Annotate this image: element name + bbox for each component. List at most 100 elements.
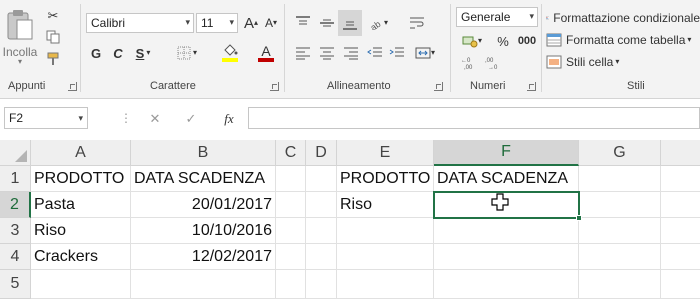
cell-c1[interactable]	[276, 166, 306, 192]
row-header-3[interactable]: 3	[0, 218, 31, 244]
cell-f4[interactable]	[434, 244, 579, 270]
format-as-table-button[interactable]: Formatta come tabella ▾	[546, 30, 700, 50]
row-header-1[interactable]: 1	[0, 166, 31, 192]
cell-b3[interactable]: 10/10/2016	[131, 218, 276, 244]
cell-b5[interactable]	[131, 270, 276, 299]
cell-d2[interactable]	[306, 192, 337, 218]
row-header-4[interactable]: 4	[0, 244, 31, 270]
cell-f3[interactable]	[434, 218, 579, 244]
copy-button[interactable]	[44, 28, 62, 46]
insert-function-button[interactable]: fx	[218, 109, 240, 127]
cell-h3[interactable]	[661, 218, 700, 244]
format-painter-button[interactable]	[44, 50, 62, 68]
italic-button[interactable]: C	[110, 44, 126, 62]
cell-h1[interactable]	[661, 166, 700, 192]
cell-g5[interactable]	[579, 270, 661, 299]
align-left-button[interactable]	[292, 42, 314, 64]
svg-text:,00: ,00	[485, 58, 494, 64]
column-header-g[interactable]: G	[579, 140, 661, 166]
column-header-next[interactable]	[661, 140, 700, 166]
column-header-e[interactable]: E	[337, 140, 434, 166]
conditional-formatting-button[interactable]: Formattazione condizionale	[546, 8, 700, 28]
cell-d3[interactable]	[306, 218, 337, 244]
cell-b1[interactable]: DATA SCADENZA	[131, 166, 276, 192]
merge-center-button[interactable]: ▾	[410, 42, 440, 64]
cell-c3[interactable]	[276, 218, 306, 244]
cut-button[interactable]: ✂	[44, 6, 62, 24]
cell-f1[interactable]: DATA SCADENZA	[434, 166, 579, 192]
cell-h4[interactable]	[661, 244, 700, 270]
cell-e1[interactable]: PRODOTTO	[337, 166, 434, 192]
fill-color-button[interactable]	[216, 42, 244, 64]
decrease-decimal-button[interactable]: ,00 →0	[482, 54, 504, 72]
increase-indent-button[interactable]	[386, 42, 408, 64]
cell-h5[interactable]	[661, 270, 700, 299]
cell-h2[interactable]	[661, 192, 700, 218]
formula-input[interactable]	[248, 107, 700, 129]
cell-styles-button[interactable]: Stili cella ▾	[546, 52, 646, 72]
underline-button[interactable]: S ▾	[130, 44, 156, 62]
cell-a3[interactable]: Riso	[31, 218, 131, 244]
grow-font-button[interactable]: A ▴	[242, 14, 260, 32]
align-right-button[interactable]	[340, 42, 362, 64]
align-center-button[interactable]	[316, 42, 338, 64]
orientation-button[interactable]: ab ▾	[364, 12, 392, 34]
cell-d1[interactable]	[306, 166, 337, 192]
paste-button[interactable]: Incolla ▾	[0, 4, 40, 70]
decrease-indent-button[interactable]	[364, 42, 386, 64]
cell-a1[interactable]: PRODOTTO	[31, 166, 131, 192]
cell-b2[interactable]: 20/01/2017	[131, 192, 276, 218]
cell-e2[interactable]: Riso	[337, 192, 434, 218]
number-format-combo[interactable]: Generale ▾	[456, 7, 538, 27]
cell-g3[interactable]	[579, 218, 661, 244]
cell-styles-icon	[546, 55, 562, 69]
increase-decimal-button[interactable]: ←0,00	[458, 54, 480, 72]
cell-g2[interactable]	[579, 192, 661, 218]
select-all-corner[interactable]	[0, 140, 31, 166]
cell-f5[interactable]	[434, 270, 579, 299]
clipboard-dialog-launcher[interactable]	[68, 82, 77, 91]
row-header-5[interactable]: 5	[0, 270, 31, 299]
cell-c4[interactable]	[276, 244, 306, 270]
cell-c2[interactable]	[276, 192, 306, 218]
column-header-f[interactable]: F	[434, 140, 579, 166]
cell-d4[interactable]	[306, 244, 337, 270]
cell-e4[interactable]	[337, 244, 434, 270]
align-top-button[interactable]	[292, 12, 314, 34]
accounting-format-button[interactable]: ▾	[458, 32, 486, 50]
comma-style-button[interactable]: 000	[514, 32, 540, 50]
align-bottom-button[interactable]	[338, 10, 362, 36]
alignment-dialog-launcher[interactable]	[434, 82, 443, 91]
name-box[interactable]: F2 ▾	[4, 107, 88, 129]
font-size-combo[interactable]: 11 ▾	[196, 13, 238, 33]
cell-g1[interactable]	[579, 166, 661, 192]
cell-e5[interactable]	[337, 270, 434, 299]
confirm-entry-button[interactable]: ✓	[182, 109, 200, 127]
cell-c5[interactable]	[276, 270, 306, 299]
cell-b4[interactable]: 12/02/2017	[131, 244, 276, 270]
number-dialog-launcher[interactable]	[527, 82, 536, 91]
cancel-entry-button[interactable]: ✕	[146, 109, 164, 127]
borders-button[interactable]: ▾	[172, 44, 202, 62]
cell-a5[interactable]	[31, 270, 131, 299]
cell-d5[interactable]	[306, 270, 337, 299]
shrink-font-button[interactable]: A ▾	[262, 14, 280, 32]
font-name-combo[interactable]: Calibri ▾	[86, 13, 194, 33]
column-header-b[interactable]: B	[131, 140, 276, 166]
cell-e3[interactable]	[337, 218, 434, 244]
row-header-2[interactable]: 2	[0, 192, 31, 218]
fill-handle[interactable]	[576, 215, 582, 221]
percent-style-button[interactable]: %	[494, 32, 512, 50]
cell-a4[interactable]: Crackers	[31, 244, 131, 270]
cell-a2[interactable]: Pasta	[31, 192, 131, 218]
chevron-down-icon: ▾	[529, 11, 534, 21]
column-header-d[interactable]: D	[306, 140, 337, 166]
bold-button[interactable]: G	[88, 44, 104, 62]
cell-g4[interactable]	[579, 244, 661, 270]
column-header-a[interactable]: A	[31, 140, 131, 166]
font-dialog-launcher[interactable]	[270, 82, 279, 91]
font-color-button[interactable]: A	[252, 42, 280, 64]
column-header-c[interactable]: C	[276, 140, 306, 166]
align-middle-button[interactable]	[316, 12, 338, 34]
wrap-text-button[interactable]	[406, 12, 428, 34]
